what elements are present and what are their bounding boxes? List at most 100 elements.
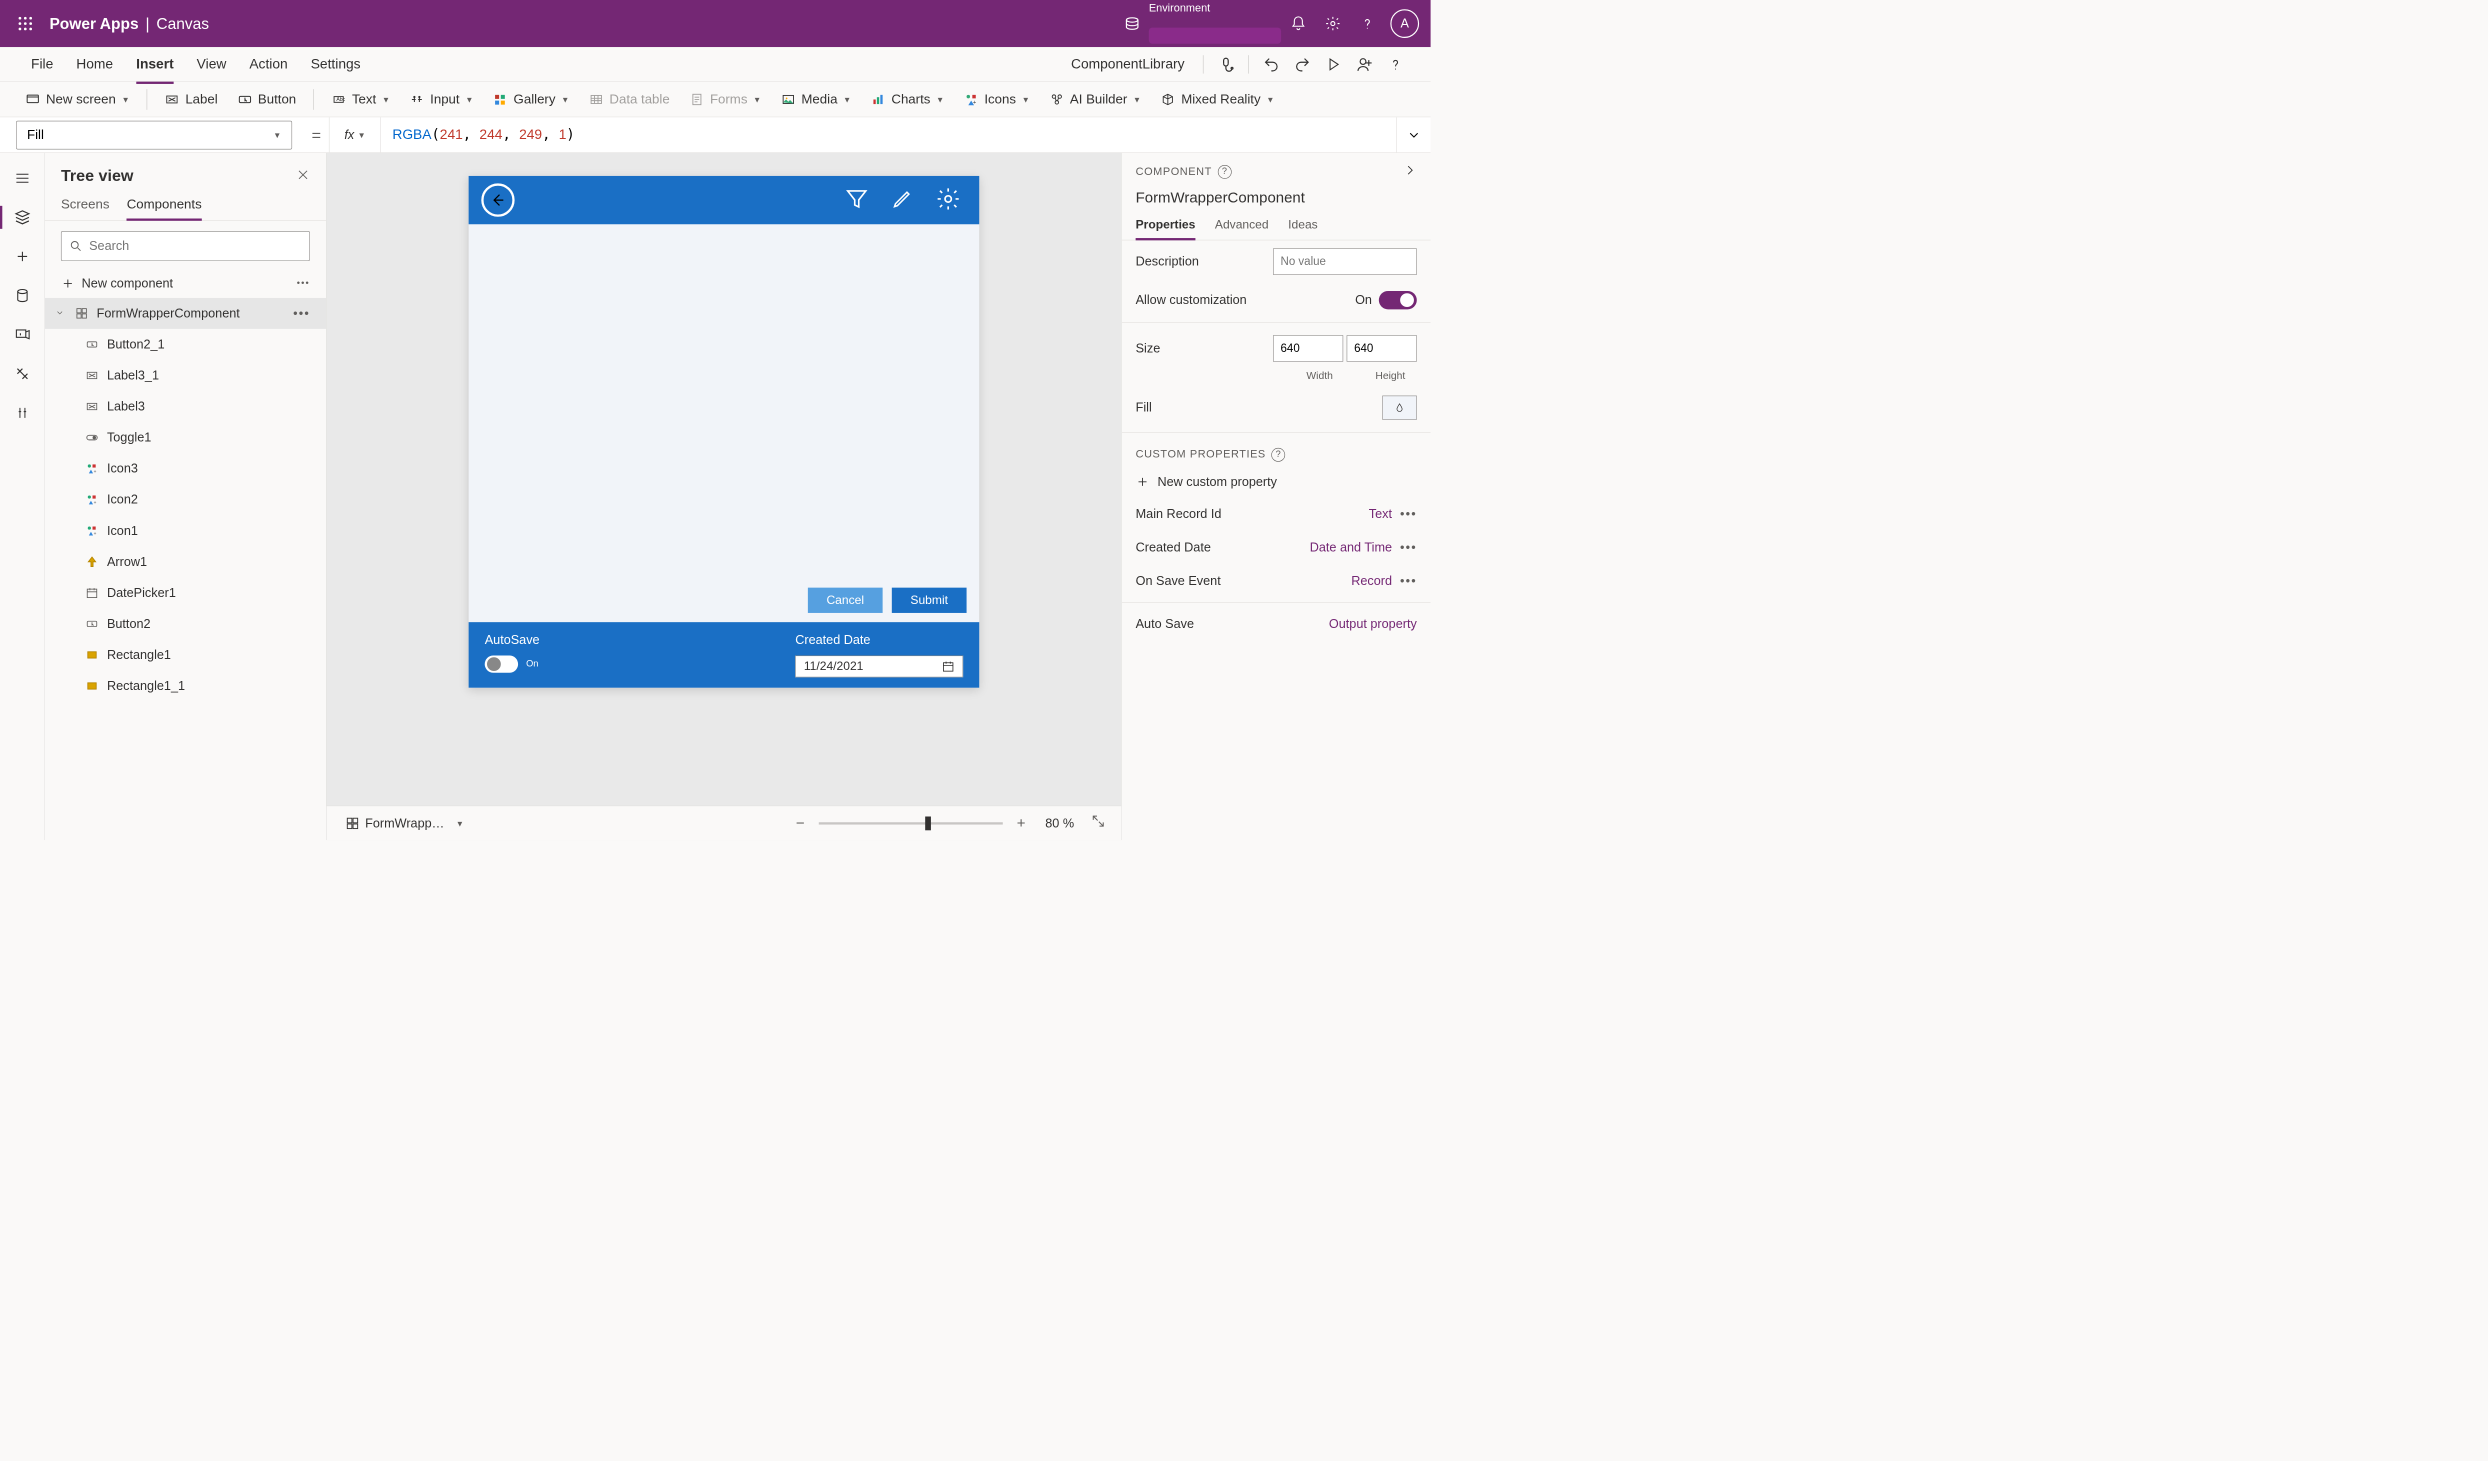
fullscreen-icon[interactable] <box>1088 814 1109 833</box>
tab-advanced[interactable]: Advanced <box>1215 213 1269 239</box>
media-rail-icon[interactable] <box>7 320 37 350</box>
new-custom-property-button[interactable]: New custom property <box>1122 466 1431 497</box>
undo-icon[interactable] <box>1256 51 1287 76</box>
custom-prop-row[interactable]: On Save Event Record••• <box>1122 564 1431 597</box>
description-input[interactable] <box>1273 248 1417 274</box>
tree-item[interactable]: Label3_1 <box>45 360 326 391</box>
back-button[interactable] <box>481 183 514 216</box>
fx-label[interactable]: fx▼ <box>329 117 381 152</box>
tree-item[interactable]: Rectangle1_1 <box>45 670 326 701</box>
data-icon[interactable] <box>7 281 37 311</box>
svg-text:+: + <box>94 501 97 506</box>
formula-input[interactable]: RGBA(241, 244, 249, 1) <box>381 127 1396 144</box>
tree-item[interactable]: Rectangle1 <box>45 639 326 670</box>
label-button[interactable]: Label <box>157 88 226 110</box>
tree-search-input[interactable] <box>61 231 310 261</box>
edit-icon[interactable] <box>885 187 920 213</box>
tree-item[interactable]: Button2 <box>45 608 326 639</box>
icons-button[interactable]: +Icons▼ <box>956 88 1038 110</box>
autosave-toggle[interactable]: On <box>485 656 540 673</box>
tree-item[interactable]: +Icon1 <box>45 515 326 546</box>
play-icon[interactable] <box>1318 51 1349 76</box>
property-selector[interactable]: Fill▼ <box>16 120 292 149</box>
input-button[interactable]: Input▼ <box>401 88 481 110</box>
test-icon[interactable] <box>7 398 37 428</box>
tree-item-more[interactable]: ••• <box>293 306 310 321</box>
tree-view-icon[interactable] <box>7 202 37 232</box>
menu-settings[interactable]: Settings <box>299 53 372 76</box>
ai-builder-button[interactable]: AI Builder▼ <box>1041 88 1149 110</box>
redo-icon[interactable] <box>1287 51 1318 76</box>
advanced-tools-icon[interactable] <box>7 359 37 389</box>
mixed-reality-button[interactable]: Mixed Reality▼ <box>1152 88 1282 110</box>
charts-button[interactable]: Charts▼ <box>863 88 952 110</box>
text-button[interactable]: AbcText▼ <box>323 88 398 110</box>
environment-picker[interactable]: Environment <box>1124 9 1282 38</box>
height-input[interactable] <box>1347 335 1417 361</box>
new-component-button[interactable]: New component <box>61 276 173 291</box>
more-icon[interactable]: ••• <box>1400 573 1417 588</box>
tree-item[interactable]: +Icon2 <box>45 484 326 515</box>
menu-insert[interactable]: Insert <box>125 53 186 76</box>
menu-view[interactable]: View <box>185 53 238 76</box>
tab-components[interactable]: Components <box>127 191 202 220</box>
width-input[interactable] <box>1273 335 1343 361</box>
new-component-more[interactable]: ••• <box>297 278 310 288</box>
filter-icon[interactable] <box>839 187 875 214</box>
media-button[interactable]: Media▼ <box>773 88 860 110</box>
allow-customization-toggle[interactable]: On <box>1355 291 1417 309</box>
created-date-input[interactable]: 11/24/2021 <box>795 656 963 678</box>
svg-text:+: + <box>94 470 97 475</box>
custom-prop-row[interactable]: Auto Save Output property <box>1122 607 1431 640</box>
new-screen-button[interactable]: New screen▼ <box>17 88 137 110</box>
zoom-slider[interactable] <box>819 822 1003 824</box>
component-library-link[interactable]: ComponentLibrary <box>1059 56 1196 72</box>
gallery-button[interactable]: Gallery▼ <box>485 88 577 110</box>
component-surface[interactable]: Cancel Submit AutoSave On <box>469 176 980 688</box>
submit-button[interactable]: Submit <box>892 588 967 613</box>
more-icon[interactable]: ••• <box>1400 540 1417 555</box>
close-icon[interactable] <box>296 168 310 185</box>
tree-item[interactable]: +Icon3 <box>45 453 326 484</box>
info-icon[interactable]: ? <box>1218 165 1232 179</box>
notifications-icon[interactable] <box>1281 6 1316 41</box>
info-icon[interactable]: ? <box>1272 448 1286 462</box>
settings-icon[interactable] <box>1316 6 1351 41</box>
insert-icon[interactable] <box>7 242 37 272</box>
help-icon[interactable] <box>1350 6 1385 41</box>
custom-prop-row[interactable]: Created Date Date and Time••• <box>1122 531 1431 564</box>
tree-item[interactable]: Arrow1 <box>45 546 326 577</box>
mixed-reality-icon <box>1161 92 1176 107</box>
tab-properties[interactable]: Properties <box>1136 213 1196 239</box>
status-selector[interactable]: FormWrapp… ▼ <box>339 812 470 835</box>
tree-item[interactable]: DatePicker1 <box>45 577 326 608</box>
tab-ideas[interactable]: Ideas <box>1288 213 1318 239</box>
more-icon[interactable]: ••• <box>1400 507 1417 522</box>
chevron-right-icon[interactable] <box>1403 163 1417 180</box>
zoom-out-button[interactable]: − <box>790 814 811 832</box>
health-check-icon[interactable] <box>1210 51 1241 76</box>
gear-icon[interactable] <box>930 186 967 214</box>
menu-file[interactable]: File <box>20 53 65 76</box>
tree-root-item[interactable]: FormWrapperComponent ••• <box>45 298 326 329</box>
zoom-in-button[interactable]: + <box>1011 814 1032 832</box>
zoom-value: 80 % <box>1045 816 1074 831</box>
formula-expand-button[interactable] <box>1396 117 1431 152</box>
tree-item[interactable]: Toggle1 <box>45 422 326 453</box>
share-icon[interactable] <box>1349 51 1380 76</box>
help-menubar-icon[interactable] <box>1380 51 1411 76</box>
hamburger-icon[interactable] <box>7 163 37 193</box>
app-launcher-icon[interactable] <box>12 16 40 32</box>
avatar[interactable]: A <box>1390 9 1419 38</box>
custom-prop-row[interactable]: Main Record Id Text••• <box>1122 497 1431 530</box>
tree-item[interactable]: Button2_1 <box>45 329 326 360</box>
fill-swatch[interactable] <box>1382 396 1417 420</box>
menu-action[interactable]: Action <box>238 53 299 76</box>
size-label: Size <box>1136 341 1161 356</box>
tree-item[interactable]: Label3 <box>45 391 326 422</box>
menu-home[interactable]: Home <box>65 53 125 76</box>
cancel-button[interactable]: Cancel <box>808 588 883 613</box>
button-button[interactable]: Button <box>229 88 304 110</box>
icon-icon: + <box>84 524 100 537</box>
tab-screens[interactable]: Screens <box>61 191 110 220</box>
